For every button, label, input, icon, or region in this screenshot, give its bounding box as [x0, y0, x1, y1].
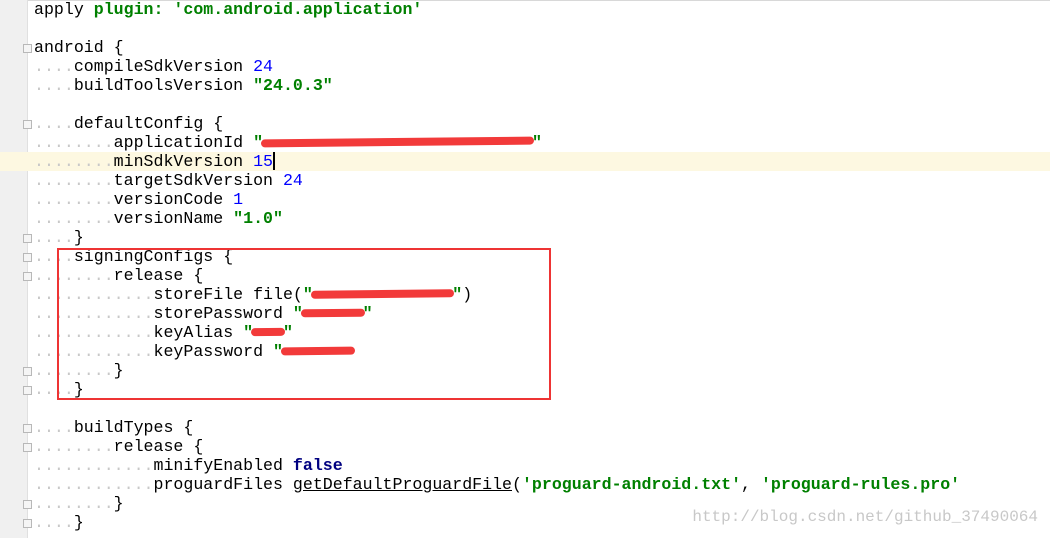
code-token-num: 24 [253, 57, 274, 76]
code-token-plain: defaultConfig { [73, 114, 224, 133]
code-token-plain: buildTypes { [73, 418, 194, 437]
code-line[interactable]: ....} [0, 228, 1050, 247]
fold-marker-icon[interactable] [23, 120, 32, 129]
code-line-content: ....defaultConfig { [34, 114, 223, 133]
redacted-value [263, 133, 532, 152]
code-token-dots: ........ [34, 152, 114, 171]
fold-marker-icon[interactable] [23, 367, 32, 376]
code-line[interactable]: ........versionName "1.0" [0, 209, 1050, 228]
code-line-content: ........release { [34, 437, 203, 456]
code-token-plain: android { [34, 38, 124, 57]
code-token-dots: ........ [34, 437, 114, 456]
code-line-content: ....} [34, 228, 84, 247]
code-token-str: 'proguard-rules.pro' [760, 475, 961, 494]
code-line-content: ....compileSdkVersion 24 [34, 57, 273, 76]
code-token-dots: ........ [34, 190, 114, 209]
code-token-plain: minSdkVersion [113, 152, 254, 171]
code-token-dots: .... [34, 513, 74, 532]
code-line-content: ........applicationId " " [34, 133, 542, 152]
code-token-plain: } [113, 494, 124, 513]
code-line-content: ....buildToolsVersion "24.0.3" [34, 76, 333, 95]
code-token-dots: .... [34, 228, 74, 247]
code-line-content: apply plugin: 'com.android.application' [34, 0, 422, 19]
code-token-kw: false [292, 456, 343, 475]
code-line[interactable]: apply plugin: 'com.android.application' [0, 0, 1050, 19]
code-token-dots: ............ [34, 456, 154, 475]
code-token-dots: ........ [34, 171, 114, 190]
code-token-plain: , [741, 475, 761, 494]
code-line[interactable] [0, 95, 1050, 114]
code-token-plain: } [73, 228, 84, 247]
code-token-num: 24 [282, 171, 303, 190]
code-token-dots: ........ [34, 494, 114, 513]
fold-marker-icon[interactable] [23, 44, 32, 53]
signing-configs-highlight-box [57, 248, 551, 400]
fold-marker-icon[interactable] [23, 443, 32, 452]
code-token-plain: apply [34, 0, 94, 19]
fold-marker-icon[interactable] [23, 424, 32, 433]
fold-marker-icon[interactable] [23, 253, 32, 262]
code-line[interactable]: ....buildTypes { [0, 418, 1050, 437]
code-token-plain: targetSdkVersion [113, 171, 283, 190]
code-line[interactable]: android { [0, 38, 1050, 57]
code-line[interactable]: ........versionCode 1 [0, 190, 1050, 209]
code-token-str: "24.0.3" [253, 76, 333, 95]
code-token-plain: ( [512, 475, 522, 494]
code-token-dots: .... [34, 76, 74, 95]
fold-marker-icon[interactable] [23, 386, 32, 395]
code-token-dots: .... [34, 114, 74, 133]
code-line[interactable] [0, 19, 1050, 38]
fold-marker-icon[interactable] [23, 500, 32, 509]
text-caret [273, 152, 276, 170]
code-token-dots: .... [34, 418, 74, 437]
code-token-plain: minifyEnabled [153, 456, 293, 475]
code-line[interactable]: ....buildToolsVersion "24.0.3" [0, 76, 1050, 95]
code-token-plain: compileSdkVersion [73, 57, 254, 76]
code-token-plain: buildToolsVersion [73, 76, 254, 95]
code-line[interactable]: ........targetSdkVersion 24 [0, 171, 1050, 190]
watermark: http://blog.csdn.net/github_37490064 [692, 508, 1038, 526]
code-line-content: ....} [34, 513, 84, 532]
code-line[interactable]: ....compileSdkVersion 24 [0, 57, 1050, 76]
code-line-content: ............minifyEnabled false [34, 456, 343, 475]
code-token-dots: ........ [34, 133, 114, 152]
code-token-str: plugin: 'com.android.application' [93, 0, 423, 19]
code-token-plain: proguardFiles [153, 475, 293, 494]
code-token-str: "1.0" [233, 209, 283, 228]
code-token-plain: versionCode [113, 190, 234, 209]
code-line-content: ........versionName "1.0" [34, 209, 283, 228]
fold-marker-icon[interactable] [23, 272, 32, 281]
code-token-str: 'proguard-android.txt' [521, 475, 742, 494]
fold-marker-icon[interactable] [23, 519, 32, 528]
code-token-dots: ............ [34, 475, 154, 494]
code-line[interactable]: ........minSdkVersion 15 [0, 152, 1050, 171]
code-line[interactable]: ....defaultConfig { [0, 114, 1050, 133]
code-line[interactable]: ........applicationId " " [0, 133, 1050, 152]
code-line-content: ........versionCode 1 [34, 190, 243, 209]
code-line-content: ........targetSdkVersion 24 [34, 171, 303, 190]
code-line[interactable]: ........release { [0, 437, 1050, 456]
code-token-num: 1 [233, 190, 244, 209]
fold-marker-icon[interactable] [23, 234, 32, 243]
code-line[interactable] [0, 399, 1050, 418]
code-line-content: ........minSdkVersion 15 [34, 152, 276, 171]
code-token-fn: getDefaultProguardFile [292, 475, 512, 494]
code-line-content: ....buildTypes { [34, 418, 193, 437]
code-line[interactable]: ............minifyEnabled false [0, 456, 1050, 475]
code-token-dots: .... [34, 57, 74, 76]
code-token-plain: applicationId [113, 133, 254, 152]
code-token-plain: } [73, 513, 84, 532]
code-token-plain: release { [113, 437, 204, 456]
code-line-content: ........} [34, 494, 124, 513]
code-line-content: ............proguardFiles getDefaultProg… [34, 475, 960, 494]
code-line[interactable]: ............proguardFiles getDefaultProg… [0, 475, 1050, 494]
code-token-dots: ........ [34, 209, 114, 228]
code-line-content: android { [34, 38, 124, 57]
code-token-plain: versionName [113, 209, 234, 228]
code-token-num: 15 [253, 152, 274, 171]
